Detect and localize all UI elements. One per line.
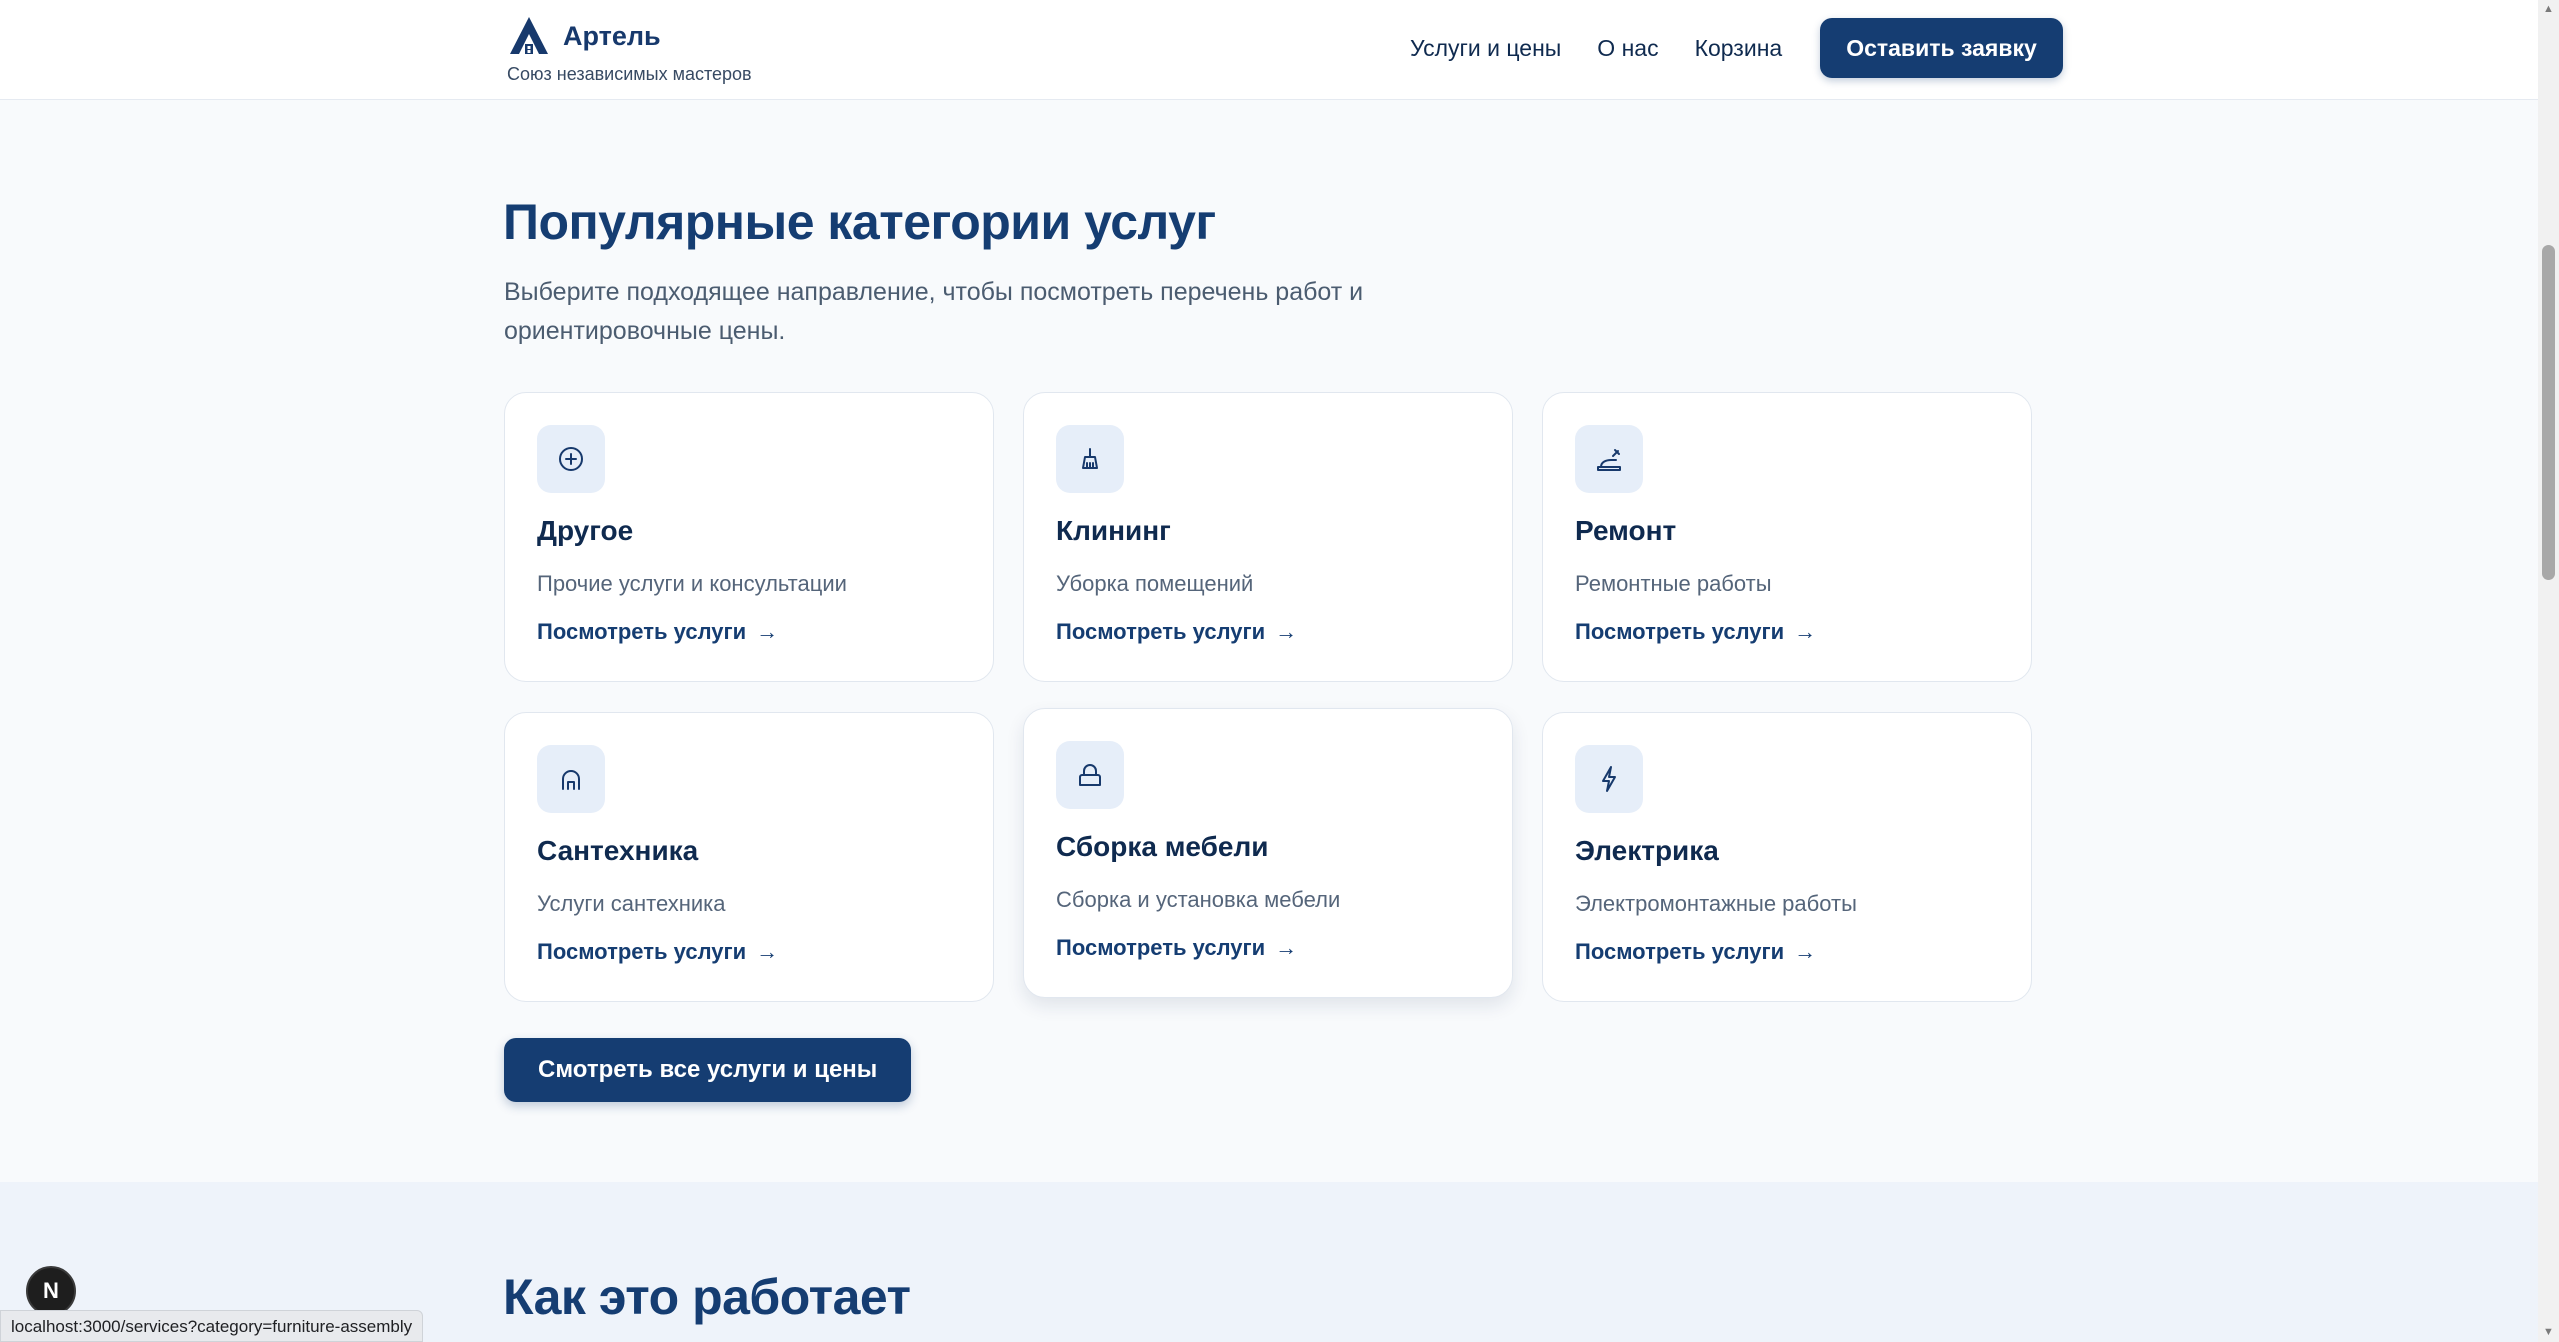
card-title: Клининг xyxy=(1056,515,1171,546)
category-card-plumbing[interactable]: Сантехника Услуги сантехника Посмотреть … xyxy=(504,712,994,1002)
category-card-electrical[interactable]: Электрика Электромонтажные работы Посмот… xyxy=(1542,712,2032,1002)
brand-row: Артель xyxy=(507,14,752,58)
brand-name: Артель xyxy=(563,20,661,51)
page-scrollbar[interactable]: ▲ ▼ xyxy=(2538,0,2559,1342)
arrow-right-icon: → xyxy=(1794,939,1817,964)
categories-section: Популярные категории услуг Выберите подх… xyxy=(0,100,2538,1182)
lightning-icon xyxy=(1602,766,1616,792)
view-services-link[interactable]: Посмотреть услуги → xyxy=(1056,935,1297,961)
category-card-furniture-assembly[interactable]: Сборка мебели Сборка и установка мебели … xyxy=(1023,708,1513,998)
view-all-services-button[interactable]: Смотреть все услуги и цены xyxy=(504,1038,912,1102)
card-icon-box xyxy=(537,425,605,493)
card-icon-box xyxy=(1575,745,1643,813)
section-title: Популярные категории услуг xyxy=(503,194,1216,250)
card-icon-box xyxy=(1575,425,1643,493)
brand-tagline: Союз независимых мастеров xyxy=(507,64,752,84)
plus-circle-icon xyxy=(559,447,583,471)
view-services-link[interactable]: Посмотреть услуги → xyxy=(1575,619,1816,645)
sofa-icon xyxy=(1079,764,1101,786)
view-services-label: Посмотреть услуги xyxy=(537,619,747,644)
arrow-right-icon: → xyxy=(1794,619,1817,644)
card-title: Ремонт xyxy=(1575,515,1677,546)
paint-roller-icon xyxy=(1597,449,1621,471)
main-nav: Услуги и цены О нас Корзина Оставить зая… xyxy=(1410,18,2063,78)
leave-request-button[interactable]: Оставить заявку xyxy=(1820,18,2063,78)
brand[interactable]: Артель Союз независимых мастеров xyxy=(507,14,752,85)
category-card-other[interactable]: Другое Прочие услуги и консультации Посм… xyxy=(504,392,994,682)
view-services-link[interactable]: Посмотреть услуги → xyxy=(1056,619,1297,645)
card-icon-box xyxy=(537,745,605,813)
card-title: Сантехника xyxy=(537,835,699,866)
card-title: Другое xyxy=(537,515,634,546)
nextjs-dev-badge[interactable]: N xyxy=(26,1266,76,1316)
broom-icon xyxy=(1082,448,1098,469)
view-services-label: Посмотреть услуги xyxy=(537,939,747,964)
status-bar-url: localhost:3000/services?category=furnitu… xyxy=(0,1310,424,1342)
arrow-right-icon: → xyxy=(1275,935,1298,960)
arrow-right-icon: → xyxy=(1275,619,1298,644)
nav-services[interactable]: Услуги и цены xyxy=(1410,35,1561,62)
nav-about[interactable]: О нас xyxy=(1597,35,1658,62)
card-description: Электромонтажные работы xyxy=(1575,891,1857,916)
site-header: Артель Союз независимых мастеров Услуги … xyxy=(0,0,2538,100)
card-description: Прочие услуги и консультации xyxy=(537,571,847,596)
view-services-label: Посмотреть услуги xyxy=(1575,619,1785,644)
category-grid: Другое Прочие услуги и консультации Посм… xyxy=(504,392,2032,1004)
view-services-link[interactable]: Посмотреть услуги → xyxy=(537,939,778,965)
card-description: Сборка и установка мебели xyxy=(1056,887,1341,912)
faucet-icon xyxy=(562,770,580,790)
arrow-right-icon: → xyxy=(756,939,779,964)
card-title: Электрика xyxy=(1575,835,1719,866)
section-subtitle: Выберите подходящее направление, чтобы п… xyxy=(504,278,1364,345)
card-icon-box xyxy=(1056,425,1124,493)
view-services-link[interactable]: Посмотреть услуги → xyxy=(537,619,778,645)
card-title: Сборка мебели xyxy=(1056,831,1269,862)
view-services-link[interactable]: Посмотреть услуги → xyxy=(1575,939,1816,965)
artel-logo-icon xyxy=(510,17,548,54)
page: Артель Союз независимых мастеров Услуги … xyxy=(0,0,2559,1342)
view-services-label: Посмотреть услуги xyxy=(1575,939,1785,964)
category-card-repair[interactable]: Ремонт Ремонтные работы Посмотреть услуг… xyxy=(1542,392,2032,682)
arrow-right-icon: → xyxy=(756,619,779,644)
category-card-cleaning[interactable]: Клининг Уборка помещений Посмотреть услу… xyxy=(1023,392,1513,682)
card-description: Ремонтные работы xyxy=(1575,571,1772,596)
scroll-up-arrow-icon[interactable]: ▲ xyxy=(2543,4,2554,15)
card-description: Услуги сантехника xyxy=(537,891,726,916)
how-it-works-title: Как это работает xyxy=(503,1269,911,1325)
card-description: Уборка помещений xyxy=(1056,571,1254,596)
scroll-down-arrow-icon[interactable]: ▼ xyxy=(2543,1327,2554,1338)
view-services-label: Посмотреть услуги xyxy=(1056,619,1266,644)
scrollbar-thumb[interactable] xyxy=(2542,245,2555,580)
nav-cart[interactable]: Корзина xyxy=(1695,35,1783,62)
view-services-label: Посмотреть услуги xyxy=(1056,935,1266,960)
card-icon-box xyxy=(1056,741,1124,809)
